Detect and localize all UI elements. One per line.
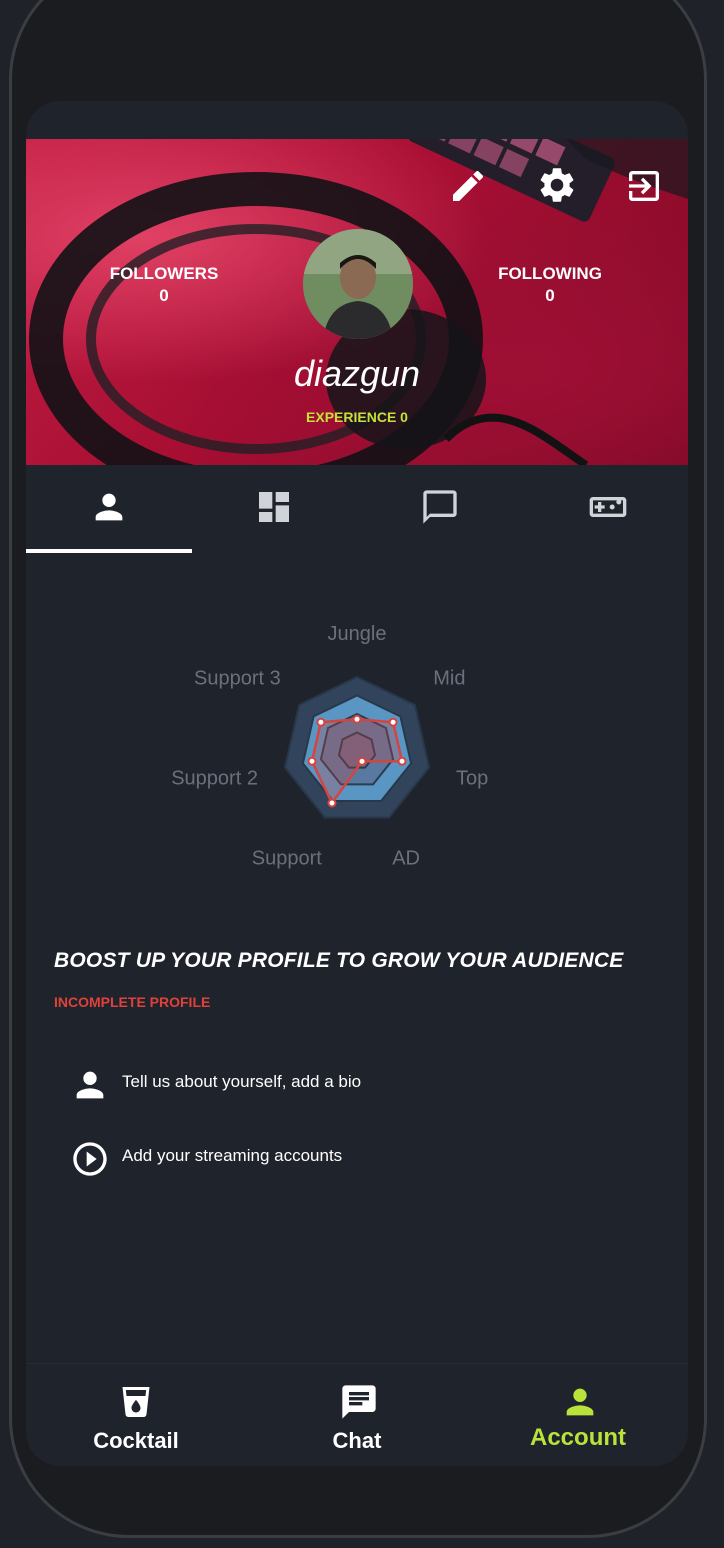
active-tab-indicator <box>26 549 192 553</box>
nav-account[interactable]: Account <box>468 1364 688 1466</box>
following-label: FOLLOWING <box>498 264 602 283</box>
followers-count: 0 <box>159 286 169 305</box>
logout-button[interactable] <box>624 166 664 206</box>
profile-tabs <box>26 465 688 555</box>
following-stat[interactable]: FOLLOWING 0 <box>490 263 610 307</box>
tab-games[interactable] <box>523 465 688 553</box>
gear-icon <box>540 168 574 202</box>
nav-cocktail[interactable]: Cocktail <box>26 1364 246 1466</box>
radar-point <box>357 756 367 766</box>
radar-point <box>397 756 407 766</box>
pencil-icon <box>453 170 484 201</box>
radar-axis-label: Support 3 <box>194 667 281 689</box>
avatar[interactable] <box>303 229 413 339</box>
add-bio-item[interactable]: Tell us about yourself, add a bio <box>70 1061 630 1105</box>
account-icon <box>566 1388 594 1416</box>
person-icon <box>95 493 123 521</box>
tab-dashboard[interactable] <box>191 465 356 553</box>
boost-title: BOOST UP YOUR PROFILE TO GROW YOUR AUDIE… <box>54 949 624 972</box>
bottom-navigation: Cocktail Chat Account <box>26 1363 688 1466</box>
tab-profile[interactable] <box>26 465 191 553</box>
followers-label: FOLLOWERS <box>109 264 219 283</box>
radar-axis-label: Support <box>252 847 322 869</box>
add-bio-label: Tell us about yourself, add a bio <box>122 1072 362 1091</box>
radar-point <box>352 714 362 724</box>
radar-point <box>307 756 317 766</box>
play-circle-icon <box>73 1142 107 1176</box>
exit-icon <box>629 171 659 201</box>
chat-bubble-icon <box>423 490 457 524</box>
radar-axis-label: AD <box>392 847 420 869</box>
tab-comments[interactable] <box>357 465 522 553</box>
chat-icon <box>342 1385 376 1419</box>
dashboard-icon <box>259 492 289 522</box>
radar-axis-label: Mid <box>433 667 465 689</box>
radar-axis-label: Jungle <box>328 623 387 645</box>
radar-point <box>327 798 337 808</box>
avatar-photo <box>303 229 413 339</box>
role-radar-chart: Jungle Mid Top AD Support Support 2 Support 3 <box>171 623 488 869</box>
radar-axis-label: Support 2 <box>171 767 258 789</box>
gamepad-icon <box>589 497 627 517</box>
followers-stat[interactable]: FOLLOWERS 0 <box>104 263 224 307</box>
app-screen: FOLLOWERS 0 FOLLOWING 0 diazgun EXPERIEN… <box>26 101 688 1466</box>
nav-chat[interactable]: Chat <box>247 1364 467 1466</box>
person-icon <box>76 1071 104 1099</box>
experience-label: EXPERIENCE 0 <box>306 409 408 425</box>
edit-profile-button[interactable] <box>448 166 488 206</box>
following-count: 0 <box>545 286 555 305</box>
profile-header: FOLLOWERS 0 FOLLOWING 0 diazgun EXPERIEN… <box>26 139 688 465</box>
settings-button[interactable] <box>536 164 576 204</box>
radar-point <box>316 717 326 727</box>
nav-cocktail-label: Cocktail <box>93 1428 179 1453</box>
radar-point <box>388 717 398 727</box>
profile-status-badge: INCOMPLETE PROFILE <box>54 994 211 1010</box>
add-streaming-label: Add your streaming accounts <box>122 1146 343 1165</box>
radar-axis-label: Top <box>456 767 488 789</box>
nav-account-label: Account <box>530 1424 626 1451</box>
nav-chat-label: Chat <box>332 1428 382 1453</box>
cocktail-icon <box>122 1387 150 1417</box>
add-streaming-item[interactable]: Add your streaming accounts <box>70 1135 630 1179</box>
username: diazgun <box>293 353 421 394</box>
